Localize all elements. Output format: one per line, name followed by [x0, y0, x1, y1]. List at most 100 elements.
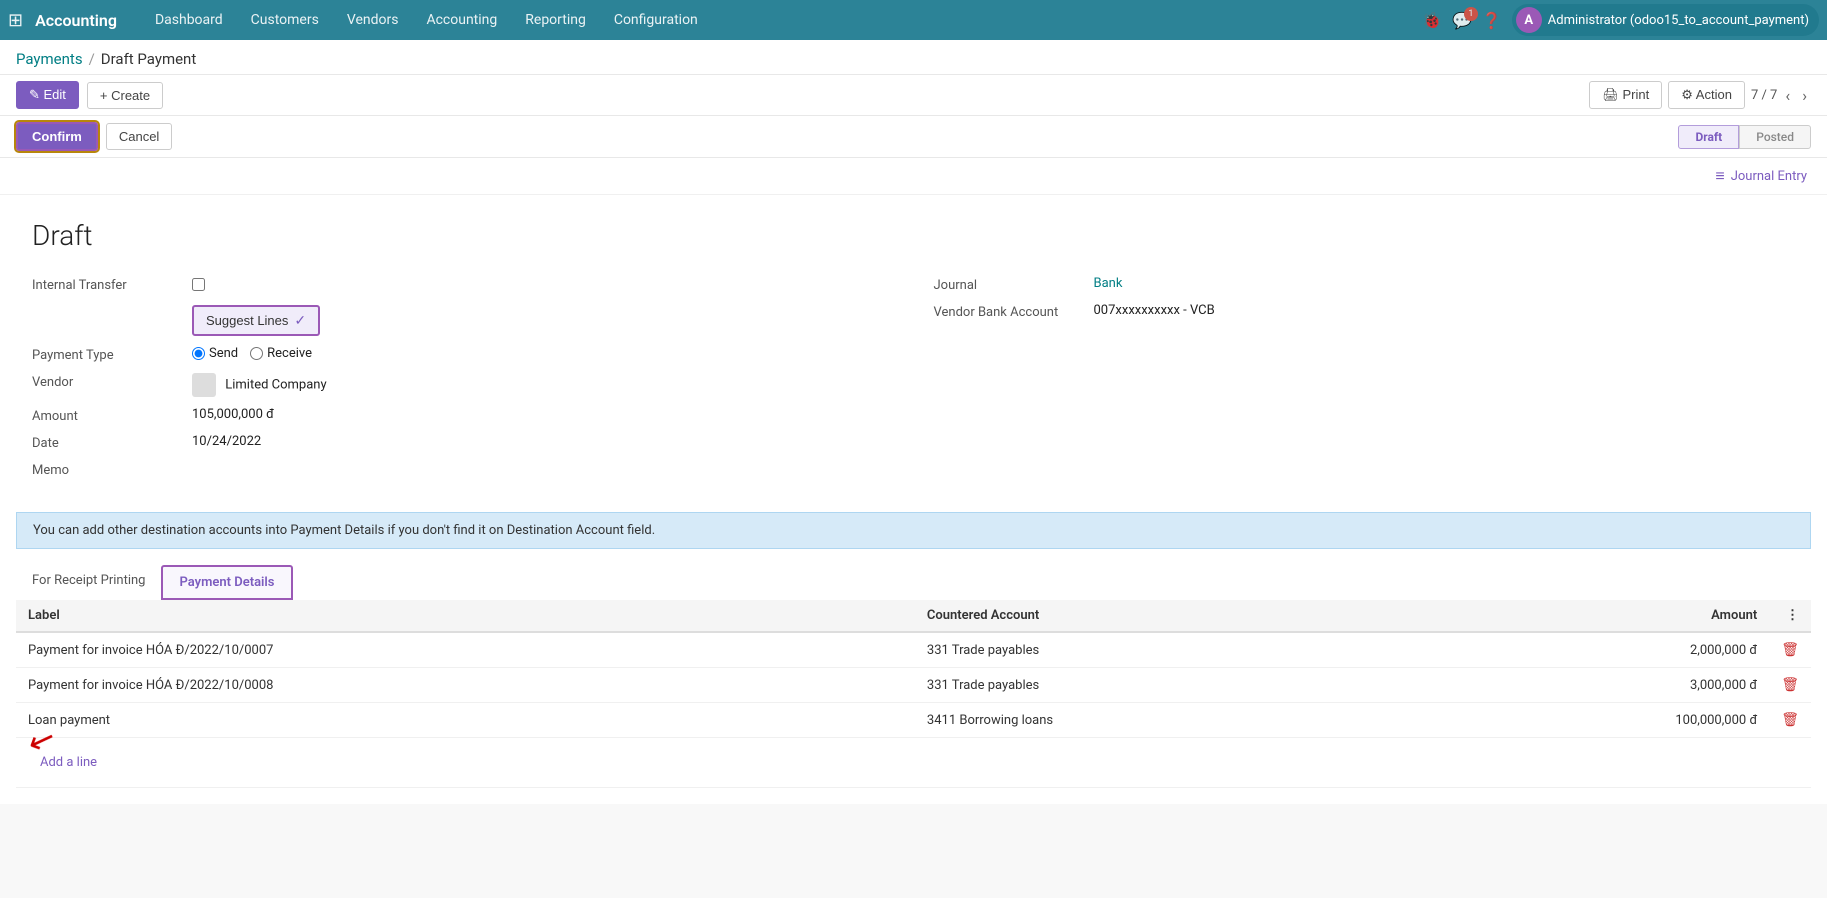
journal-entry-bar: ≡ Journal Entry — [0, 158, 1827, 195]
record-navigation: 7 / 7 ‹ › — [1751, 84, 1811, 107]
action-bar: Confirm Cancel Draft Posted — [0, 116, 1827, 158]
journal-row: Journal Bank — [934, 276, 1796, 293]
vendor-name: Limited Company — [225, 377, 326, 392]
internal-transfer-checkbox[interactable] — [192, 278, 205, 291]
status-posted: Posted — [1739, 125, 1811, 149]
tab-receipt-printing[interactable]: For Receipt Printing — [16, 565, 161, 600]
journal-entry-icon: ≡ — [1715, 166, 1724, 186]
form-grid: Internal Transfer Suggest Lines ✓ — [32, 276, 1795, 488]
bug-icon[interactable]: 🐞 — [1422, 11, 1442, 30]
suggest-lines-row: Suggest Lines ✓ — [32, 305, 894, 336]
table-area: Label Countered Account Amount ⋮ Payment… — [0, 600, 1827, 804]
journal-entry-label: Journal Entry — [1731, 169, 1807, 184]
row-2-countered-account: 331 Trade payables — [915, 668, 1416, 703]
nav-customers[interactable]: Customers — [237, 0, 333, 40]
col-label: Label — [16, 600, 915, 632]
tab-payment-details[interactable]: Payment Details — [161, 565, 292, 600]
user-menu[interactable]: A Administrator (odoo15_to_account_payme… — [1512, 4, 1819, 36]
add-line-button[interactable]: Add a line — [28, 747, 109, 778]
main-content: ≡ Journal Entry Draft Internal Transfer — [0, 158, 1827, 804]
receive-radio[interactable] — [250, 347, 263, 360]
add-line-row: Add a line — [16, 738, 1811, 788]
memo-label: Memo — [32, 461, 192, 478]
breadcrumb: Payments / Draft Payment — [16, 50, 1811, 68]
col-options: ⋮ — [1769, 600, 1811, 632]
table-row: Payment for invoice HÓA Đ/2022/10/0007 3… — [16, 632, 1811, 668]
internal-transfer-value — [192, 276, 894, 295]
breadcrumb-separator: / — [89, 50, 95, 68]
journal-label: Journal — [934, 276, 1094, 293]
breadcrumb-bar: Payments / Draft Payment — [0, 40, 1827, 75]
nav-vendors[interactable]: Vendors — [333, 0, 413, 40]
form-right-col: Journal Bank Vendor Bank Account 007xxxx… — [934, 276, 1796, 488]
next-record-button[interactable]: › — [1798, 84, 1811, 107]
print-button[interactable]: 🖨 Print — [1589, 81, 1662, 109]
main-nav: Dashboard Customers Vendors Accounting R… — [141, 0, 1422, 40]
payment-details-table: Label Countered Account Amount ⋮ Payment… — [16, 600, 1811, 788]
app-name: Accounting — [35, 11, 117, 30]
tabs-area: For Receipt Printing Payment Details — [0, 549, 1827, 600]
breadcrumb-current: Draft Payment — [101, 50, 196, 68]
top-navigation: ⊞ Accounting Dashboard Customers Vendors… — [0, 0, 1827, 40]
vendor-row: Vendor Limited Company — [32, 373, 894, 397]
chat-icon[interactable]: 💬 1 — [1452, 11, 1472, 30]
top-right-icons: 🐞 💬 1 ❓ A Administrator (odoo15_to_accou… — [1422, 4, 1819, 36]
status-bar: Draft Posted — [1678, 125, 1811, 149]
suggest-lines-button[interactable]: Suggest Lines ✓ — [192, 305, 320, 336]
delete-icon[interactable]: 🗑 — [1781, 677, 1799, 693]
breadcrumb-parent[interactable]: Payments — [16, 50, 83, 68]
journal-link[interactable]: Bank — [1094, 276, 1123, 291]
nav-configuration[interactable]: Configuration — [600, 0, 712, 40]
date-value: 10/24/2022 — [192, 434, 894, 449]
delete-icon[interactable]: 🗑 — [1781, 642, 1799, 658]
row-2-amount: 3,000,000 đ — [1416, 668, 1769, 703]
vendor-label: Vendor — [32, 373, 192, 390]
help-icon[interactable]: ❓ — [1482, 11, 1502, 30]
user-avatar: A — [1516, 7, 1542, 33]
cancel-button[interactable]: Cancel — [106, 123, 172, 150]
toolbar: ✎ Edit + Create 🖨 Print ⚙ Action 7 / 7 ‹… — [0, 75, 1827, 116]
row-1-amount: 2,000,000 đ — [1416, 632, 1769, 668]
nav-reporting[interactable]: Reporting — [511, 0, 600, 40]
internal-transfer-row: Internal Transfer — [32, 276, 894, 295]
amount-row: Amount 105,000,000 đ — [32, 407, 894, 424]
receive-radio-label[interactable]: Receive — [250, 346, 312, 361]
prev-record-button[interactable]: ‹ — [1781, 84, 1794, 107]
row-1-label: Payment for invoice HÓA Đ/2022/10/0007 — [16, 632, 915, 668]
suggest-lines-text: Suggest Lines — [206, 313, 288, 328]
vendor-avatar — [192, 373, 216, 397]
amount-label: Amount — [32, 407, 192, 424]
payment-type-row: Payment Type Send Receive — [32, 346, 894, 363]
journal-entry-link[interactable]: ≡ Journal Entry — [1715, 166, 1807, 186]
vendor-value: Limited Company — [192, 373, 894, 397]
suggest-lines-label — [32, 305, 192, 307]
internal-transfer-label: Internal Transfer — [32, 276, 192, 293]
row-1-countered-account: 331 Trade payables — [915, 632, 1416, 668]
row-1-delete[interactable]: 🗑 — [1769, 632, 1811, 668]
send-radio-label[interactable]: Send — [192, 346, 238, 361]
nav-accounting[interactable]: Accounting — [412, 0, 511, 40]
row-2-delete[interactable]: 🗑 — [1769, 668, 1811, 703]
status-draft: Draft — [1678, 125, 1739, 149]
send-radio[interactable] — [192, 347, 205, 360]
app-grid-icon[interactable]: ⊞ — [8, 10, 23, 31]
form-left-col: Internal Transfer Suggest Lines ✓ — [32, 276, 894, 488]
date-label: Date — [32, 434, 192, 451]
tabs: For Receipt Printing Payment Details — [16, 565, 1811, 600]
confirm-button[interactable]: Confirm — [16, 122, 98, 151]
edit-button[interactable]: ✎ Edit — [16, 81, 79, 109]
record-count: 7 / 7 — [1751, 88, 1777, 103]
table-header-row: Label Countered Account Amount ⋮ — [16, 600, 1811, 632]
form-area: Draft Internal Transfer Suggest Lines ✓ — [0, 195, 1827, 512]
suggest-lines-value: Suggest Lines ✓ — [192, 305, 894, 336]
info-banner: You can add other destination accounts i… — [16, 512, 1811, 549]
create-button[interactable]: + Create — [87, 82, 163, 109]
action-button[interactable]: ⚙ Action — [1668, 81, 1745, 109]
payment-type-label: Payment Type — [32, 346, 192, 363]
user-name: Administrator (odoo15_to_account_payment… — [1548, 13, 1809, 28]
memo-row: Memo — [32, 461, 894, 478]
col-countered-account: Countered Account — [915, 600, 1416, 632]
row-3-delete[interactable]: 🗑 — [1769, 703, 1811, 738]
delete-icon[interactable]: 🗑 — [1781, 712, 1799, 728]
nav-dashboard[interactable]: Dashboard — [141, 0, 237, 40]
